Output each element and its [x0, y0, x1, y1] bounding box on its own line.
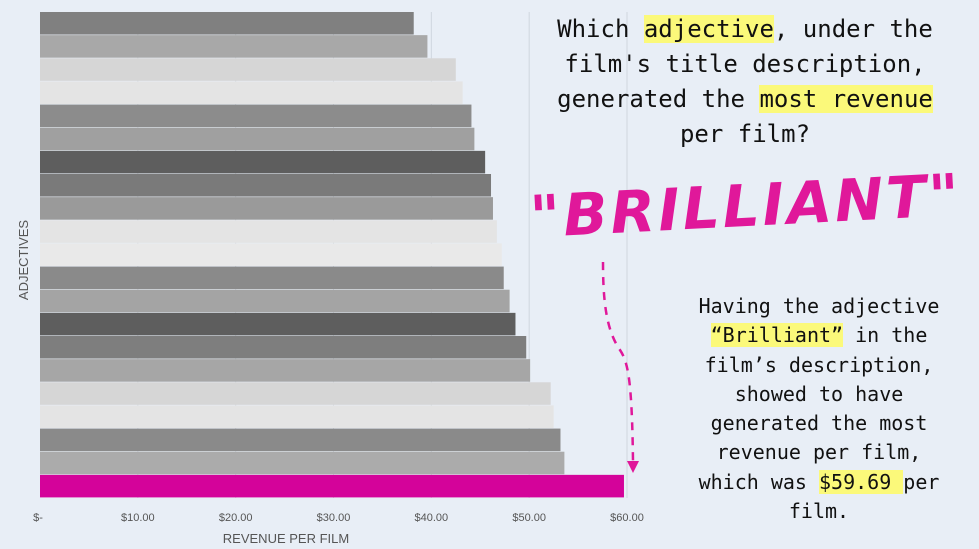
question-line4: per film? [679, 120, 811, 148]
answer-line8: film. [788, 499, 850, 524]
bar [40, 405, 554, 428]
highlight-adjective: adjective [643, 15, 774, 43]
answer-line6: revenue per film, [716, 440, 922, 465]
highlight-most-revenue: most revenue [759, 85, 933, 113]
bar [40, 359, 531, 382]
x-tick-label: $60.00 [610, 512, 644, 524]
arrow-head [627, 461, 639, 473]
bar [40, 312, 516, 336]
x-tick-labels: $- $10.00 $20.00 $30.00 $40.00 $50.00 $60.00 [33, 512, 644, 524]
bar [40, 428, 561, 452]
bar [40, 243, 502, 266]
question-line1a: Which [557, 15, 644, 43]
bar [40, 81, 463, 104]
question-text: Which adjective, under the film's title … [520, 12, 970, 152]
x-tick-label: $50.00 [512, 512, 546, 524]
bar [40, 289, 510, 313]
answer-line5: generated the most [710, 411, 928, 436]
x-tick-label: $40.00 [415, 512, 449, 524]
bar [40, 150, 486, 174]
x-tick-label: $30.00 [317, 512, 351, 524]
question-line3a: generated the [557, 85, 760, 113]
bar [40, 451, 565, 475]
arrow-line [601, 261, 635, 463]
answer-line1: Having the adjective [698, 294, 940, 318]
bar [40, 12, 414, 35]
x-tick-label: $10.00 [121, 512, 155, 524]
answer-line7b: per [903, 469, 940, 494]
bar [40, 127, 475, 151]
x-tick-label: $- [33, 512, 43, 524]
bar [40, 197, 493, 220]
bar [40, 35, 428, 58]
x-axis-title: REVENUE PER FILM [223, 531, 349, 546]
answer-line7a: which was [698, 469, 819, 494]
answer-line2b: in the [843, 323, 928, 348]
bar [40, 266, 504, 290]
bar [40, 220, 497, 243]
bar [40, 174, 492, 197]
highlight-brilliant: “Brilliant” [710, 323, 844, 348]
question-line2: film's title description, [564, 50, 926, 78]
answer-text: Having the adjective “Brilliant” in the … [672, 292, 966, 526]
y-axis-title: ADJECTIVES [16, 220, 31, 301]
bar-highlight [40, 474, 624, 498]
answer-line4: showed to have [734, 381, 904, 406]
bar [40, 336, 527, 359]
bar [40, 382, 551, 405]
question-line1b: , under the [773, 15, 933, 43]
bar [40, 58, 456, 81]
bar [40, 104, 472, 128]
x-tick-label: $20.00 [219, 512, 253, 524]
highlight-value: $59.69 [819, 469, 904, 494]
answer-line3: film’s description, [704, 352, 934, 377]
